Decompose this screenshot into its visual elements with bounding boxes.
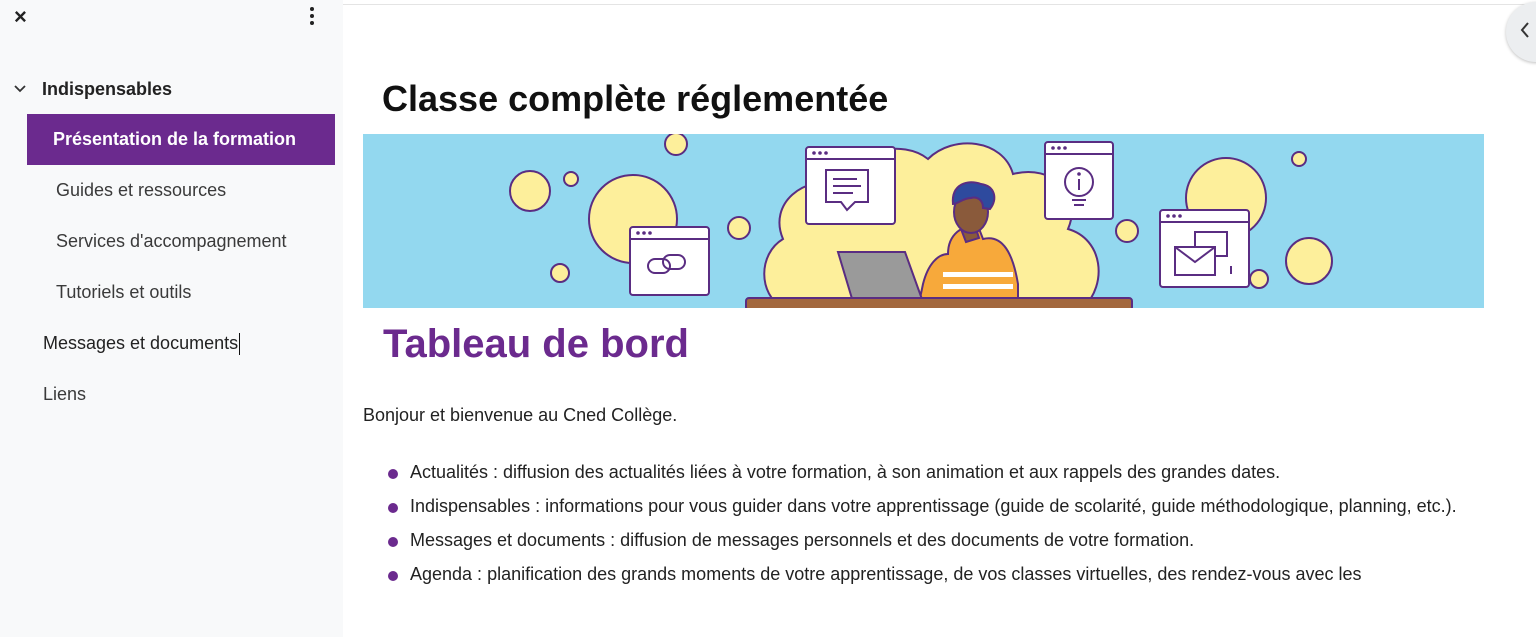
sidebar-item-label: Présentation de la formation [53, 129, 297, 149]
sidebar-item-services[interactable]: Services d'accompagnement [0, 216, 343, 267]
kebab-menu-icon[interactable] [306, 7, 318, 29]
course-sidebar: × Indispensables Présentation de la form… [0, 0, 343, 637]
section-label: Indispensables [42, 78, 173, 99]
list-item: Actualités : diffusion des actualités li… [388, 455, 1458, 489]
chevron-down-icon [14, 85, 36, 93]
dashboard-title: Tableau de bord [383, 322, 689, 366]
sidebar-item-label: Tutoriels et outils [56, 282, 192, 302]
section-indispensables[interactable]: Indispensables [0, 74, 343, 104]
sidebar-item-liens[interactable]: Liens [0, 369, 343, 420]
bullet-icon [388, 503, 398, 513]
text-cursor [239, 332, 241, 355]
list-item-text: Agenda : planification des grands moment… [410, 564, 1362, 584]
sidebar-item-tutoriels[interactable]: Tutoriels et outils [0, 267, 343, 318]
page-title: Classe complète réglementée [382, 78, 889, 119]
list-item-text: Actualités : diffusion des actualités li… [410, 462, 1281, 482]
sidebar-item-messages[interactable]: Messages et documents [0, 318, 343, 369]
bullet-icon [388, 571, 398, 581]
list-item-text: Messages et documents : diffusion de mes… [410, 530, 1195, 550]
chevron-left-icon [1520, 22, 1529, 38]
bullet-icon [388, 537, 398, 547]
feature-list: Actualités : diffusion des actualités li… [388, 455, 1458, 591]
section-items: Présentation de la formation Guides et r… [0, 114, 343, 318]
main-content: Classe complète réglementée Tableau de b… [343, 0, 1536, 637]
list-item-text: Indispensables : informations pour vous … [410, 496, 1457, 516]
list-item: Agenda : planification des grands moment… [388, 557, 1458, 591]
sidebar-item-label: Guides et ressources [56, 180, 227, 200]
sidebar-nav: Indispensables Présentation de la format… [0, 74, 343, 420]
sidebar-item-label: Services d'accompagnement [56, 231, 287, 251]
intro-text: Bonjour et bienvenue au Cned Collège. [363, 405, 678, 425]
sidebar-item-guides[interactable]: Guides et ressources [0, 165, 343, 216]
close-icon[interactable]: × [14, 6, 27, 28]
sidebar-item-label: Messages et documents [43, 333, 239, 353]
collapse-panel-button[interactable] [1506, 2, 1536, 62]
bullet-icon [388, 469, 398, 479]
banner-illustration [363, 134, 1484, 308]
list-item: Indispensables : informations pour vous … [363, 489, 1458, 523]
sidebar-header: × [0, 0, 343, 40]
list-item: Messages et documents : diffusion de mes… [388, 523, 1458, 557]
sidebar-item-presentation[interactable]: Présentation de la formation [27, 114, 335, 165]
sidebar-item-label: Liens [43, 384, 87, 404]
